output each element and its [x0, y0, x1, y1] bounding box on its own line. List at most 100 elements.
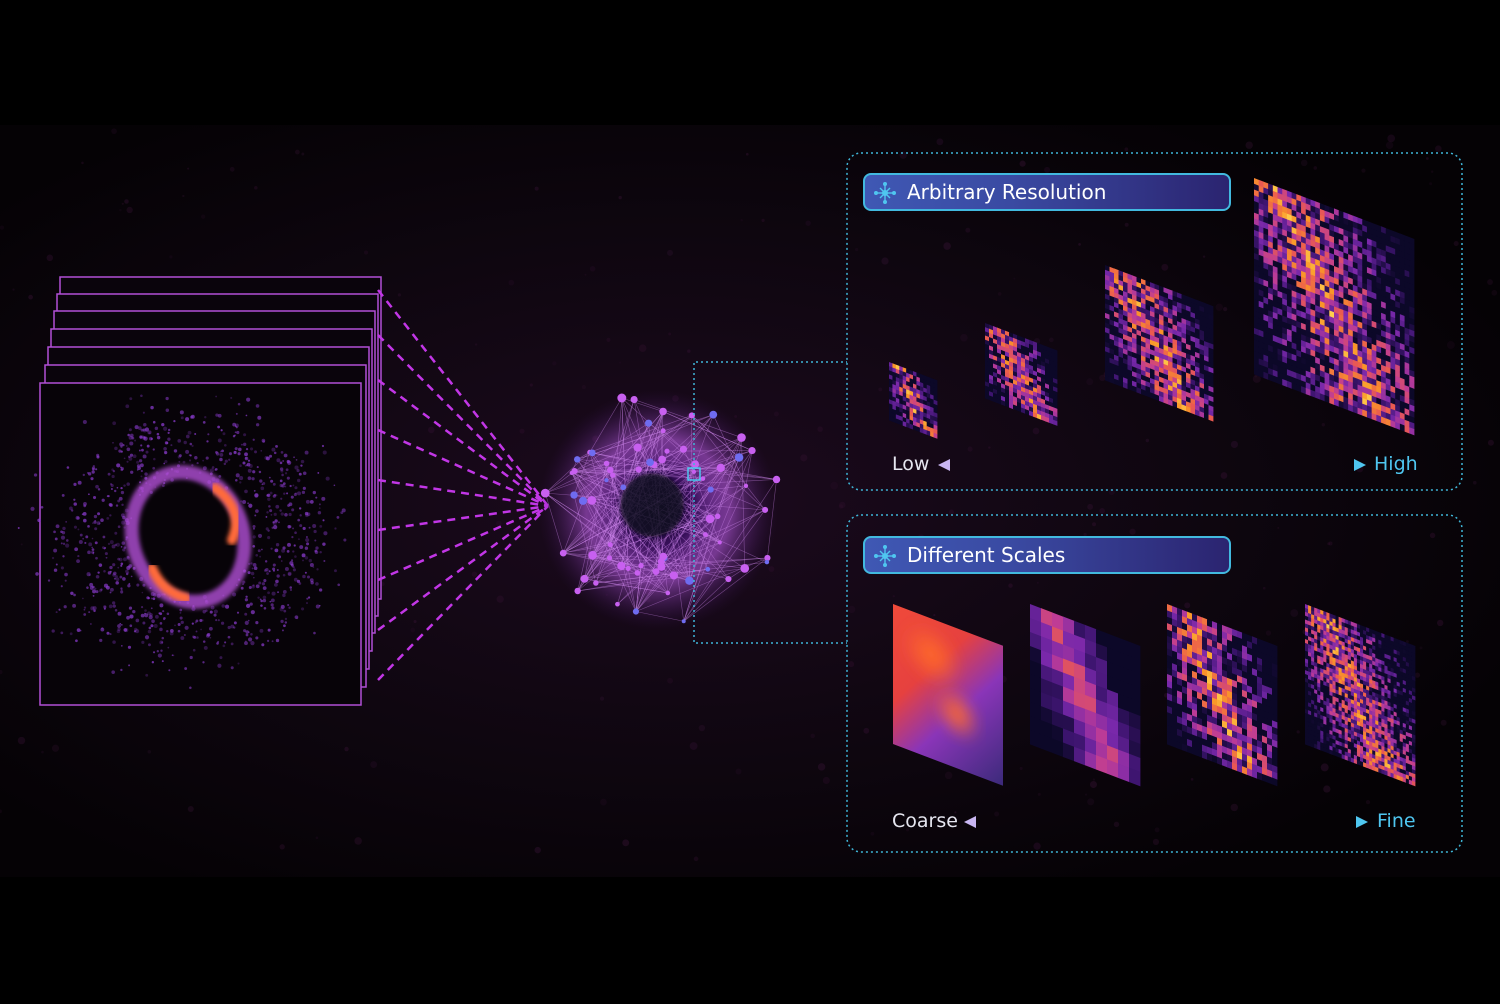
- bg-speck: [124, 199, 129, 204]
- ring-particle: [269, 477, 271, 479]
- ring-particle: [212, 466, 215, 469]
- ring-particle: [263, 579, 266, 582]
- ring-particle: [283, 493, 285, 495]
- bg-speck: [769, 566, 775, 572]
- ring-particle: [64, 573, 68, 577]
- bg-speck: [690, 742, 698, 750]
- ring-particle: [60, 631, 63, 634]
- ring-particle: [265, 516, 267, 518]
- ring-particle: [84, 606, 86, 608]
- ring-particle: [315, 582, 319, 586]
- ring-particle: [252, 470, 255, 473]
- ring-particle: [110, 540, 114, 544]
- ring-particle: [130, 471, 133, 474]
- ring-particle: [246, 634, 249, 637]
- ring-particle: [77, 528, 79, 530]
- ring-particle: [275, 580, 279, 584]
- ring-particle: [285, 618, 287, 620]
- network-node: [541, 489, 550, 498]
- ring-particle: [174, 449, 177, 452]
- ring-particle: [246, 415, 248, 417]
- ring-particle: [136, 584, 139, 587]
- ring-particle: [155, 427, 158, 430]
- ring-particle: [250, 603, 253, 606]
- ring-particle: [255, 636, 258, 639]
- ring-particle: [80, 534, 83, 537]
- ring-particle: [141, 641, 144, 644]
- ring-particle: [122, 548, 125, 551]
- bg-speck: [988, 446, 990, 448]
- ring-particle: [89, 574, 91, 576]
- ring-particle: [104, 606, 107, 609]
- ring-particle: [181, 416, 184, 419]
- ring-particle: [245, 596, 247, 598]
- bg-speck: [1092, 522, 1096, 526]
- bg-speck: [182, 195, 184, 197]
- network-node: [589, 450, 596, 457]
- ring-particle: [37, 519, 40, 522]
- ring-particle: [122, 541, 126, 545]
- ring-particle: [128, 565, 132, 569]
- ring-particle: [285, 472, 287, 474]
- ring-particle: [215, 413, 218, 416]
- ring-particle: [52, 629, 55, 632]
- bg-speck: [1491, 290, 1497, 296]
- bg-speck: [1447, 341, 1455, 349]
- ring-particle: [56, 564, 58, 566]
- ring-particle: [120, 669, 122, 671]
- bg-speck: [855, 248, 858, 251]
- ring-particle: [114, 447, 118, 451]
- ring-particle: [223, 432, 226, 435]
- ring-particle: [173, 420, 175, 422]
- ring-particle: [130, 434, 134, 438]
- bg-speck: [945, 772, 953, 780]
- network-node: [709, 411, 717, 419]
- ring-particle: [153, 448, 155, 450]
- ring-particle: [100, 518, 104, 522]
- bg-speck: [295, 150, 300, 155]
- ring-particle: [294, 531, 297, 534]
- bg-speck: [668, 333, 671, 336]
- ring-particle: [271, 598, 275, 602]
- ring-particle: [108, 473, 111, 476]
- ring-particle: [122, 577, 126, 581]
- ring-particle: [313, 632, 316, 635]
- ring-particle: [290, 589, 292, 591]
- bg-speck: [694, 857, 699, 862]
- network-node: [604, 461, 610, 467]
- network-node: [773, 476, 780, 483]
- ring-particle: [285, 621, 287, 623]
- ring-particle: [234, 434, 236, 436]
- network-node: [715, 514, 721, 520]
- ring-particle: [170, 444, 172, 446]
- ring-particle: [287, 550, 290, 553]
- ring-particle: [245, 598, 248, 601]
- ring-particle: [254, 494, 258, 498]
- bg-speck: [508, 280, 514, 286]
- ring-particle: [159, 628, 163, 632]
- bg-speck: [1038, 793, 1041, 796]
- bg-speck: [900, 152, 907, 159]
- ring-particle: [280, 498, 282, 500]
- ring-particle: [297, 479, 300, 482]
- bg-speck: [1431, 171, 1433, 173]
- ring-particle: [309, 527, 311, 529]
- ring-particle: [95, 557, 98, 560]
- bg-speck: [878, 387, 882, 391]
- ring-particle: [287, 477, 290, 480]
- ring-particle: [221, 449, 224, 452]
- ring-particle: [99, 589, 102, 592]
- bg-speck: [1231, 804, 1238, 811]
- bg-speck: [967, 446, 972, 451]
- ring-particle: [121, 513, 125, 517]
- ring-particle: [78, 481, 82, 485]
- ring-particle: [234, 451, 236, 453]
- network-node: [765, 560, 770, 565]
- ring-particle: [183, 441, 186, 444]
- ring-particle: [323, 560, 325, 562]
- ring-particle: [270, 480, 273, 483]
- ring-particle: [141, 449, 144, 452]
- ring-particle: [151, 619, 155, 623]
- network-node: [680, 446, 687, 453]
- ring-particle: [61, 566, 64, 569]
